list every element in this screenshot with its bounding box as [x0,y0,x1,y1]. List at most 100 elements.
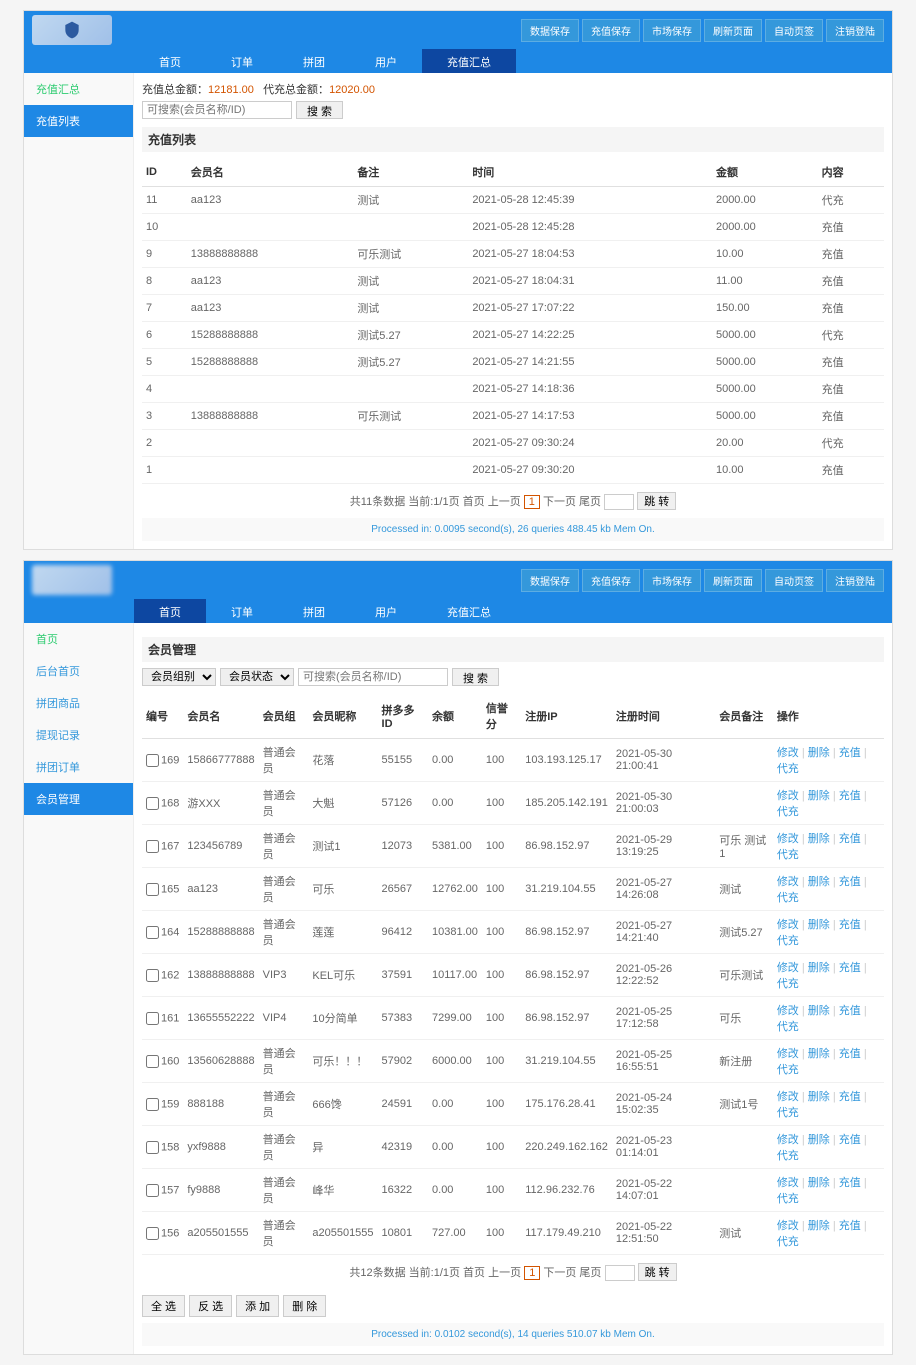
op-link[interactable]: 修改 [777,1220,799,1232]
top-button[interactable]: 市场保存 [643,19,701,42]
op-link[interactable]: 删除 [808,876,830,888]
row-checkbox[interactable] [146,797,159,810]
op-link[interactable]: 充值 [839,790,861,802]
op-link[interactable]: 修改 [777,1091,799,1103]
sidebar-item[interactable]: 充值列表 [24,105,133,137]
page-input[interactable] [605,1265,635,1281]
page-input[interactable] [604,494,634,510]
group-select[interactable]: 会员组别 [142,668,216,686]
op-link[interactable]: 充值 [839,876,861,888]
op-link[interactable]: 代充 [777,978,799,990]
page-go-button[interactable]: 跳 转 [637,492,676,510]
nav-tab[interactable]: 拼团 [278,49,350,73]
op-link[interactable]: 删除 [808,962,830,974]
nav-tab[interactable]: 用户 [350,49,422,73]
op-link[interactable]: 代充 [777,1150,799,1162]
op-link[interactable]: 代充 [777,1107,799,1119]
op-link[interactable]: 删除 [808,790,830,802]
op-link[interactable]: 修改 [777,747,799,759]
op-link[interactable]: 修改 [777,919,799,931]
op-link[interactable]: 修改 [777,876,799,888]
op-link[interactable]: 代充 [777,1064,799,1076]
op-link[interactable]: 代充 [777,892,799,904]
row-checkbox[interactable] [146,969,159,982]
op-link[interactable]: 修改 [777,1005,799,1017]
op-link[interactable]: 修改 [777,1048,799,1060]
op-link[interactable]: 删除 [808,1134,830,1146]
nav-tab[interactable]: 首页 [134,49,206,73]
op-link[interactable]: 代充 [777,935,799,947]
row-checkbox[interactable] [146,883,159,896]
op-link[interactable]: 删除 [808,747,830,759]
op-link[interactable]: 修改 [777,1177,799,1189]
nav-tab[interactable]: 充值汇总 [422,49,516,73]
top-button[interactable]: 注销登陆 [826,19,884,42]
top-button[interactable]: 数据保存 [521,19,579,42]
search-input[interactable] [298,668,448,686]
op-link[interactable]: 充值 [839,1091,861,1103]
op-link[interactable]: 代充 [777,1236,799,1248]
search-button[interactable]: 搜 索 [296,101,343,119]
nav-tab[interactable]: 充值汇总 [422,599,516,623]
top-button[interactable]: 注销登陆 [826,569,884,592]
op-link[interactable]: 代充 [777,806,799,818]
op-link[interactable]: 充值 [839,919,861,931]
op-link[interactable]: 代充 [777,1193,799,1205]
nav-tab[interactable]: 用户 [350,599,422,623]
row-checkbox[interactable] [146,1141,159,1154]
bulk-button[interactable]: 删 除 [283,1295,326,1317]
op-link[interactable]: 删除 [808,1220,830,1232]
row-checkbox[interactable] [146,840,159,853]
bulk-button[interactable]: 添 加 [236,1295,279,1317]
op-link[interactable]: 删除 [808,919,830,931]
op-link[interactable]: 删除 [808,1005,830,1017]
top-button[interactable]: 刷新页面 [704,19,762,42]
row-checkbox[interactable] [146,1227,159,1240]
row-checkbox[interactable] [146,754,159,767]
op-link[interactable]: 修改 [777,1134,799,1146]
sidebar-item[interactable]: 拼团商品 [24,687,133,719]
row-checkbox[interactable] [146,1098,159,1111]
top-button[interactable]: 刷新页面 [704,569,762,592]
op-link[interactable]: 修改 [777,833,799,845]
op-link[interactable]: 代充 [777,849,799,861]
nav-tab[interactable]: 首页 [134,599,206,623]
status-select[interactable]: 会员状态 [220,668,294,686]
sidebar-item[interactable]: 后台首页 [24,655,133,687]
op-link[interactable]: 代充 [777,763,799,775]
op-link[interactable]: 充值 [839,1005,861,1017]
sidebar-item[interactable]: 拼团订单 [24,751,133,783]
op-link[interactable]: 代充 [777,1021,799,1033]
sidebar-item[interactable]: 首页 [24,623,133,655]
top-button[interactable]: 市场保存 [643,569,701,592]
op-link[interactable]: 充值 [839,747,861,759]
op-link[interactable]: 充值 [839,1220,861,1232]
op-link[interactable]: 修改 [777,790,799,802]
nav-tab[interactable]: 拼团 [278,599,350,623]
nav-tab[interactable]: 订单 [206,49,278,73]
bulk-button[interactable]: 反 选 [189,1295,232,1317]
op-link[interactable]: 删除 [808,1091,830,1103]
search-input[interactable] [142,101,292,119]
top-button[interactable]: 数据保存 [521,569,579,592]
op-link[interactable]: 充值 [839,1177,861,1189]
op-link[interactable]: 删除 [808,833,830,845]
top-button[interactable]: 自动页签 [765,19,823,42]
search-button[interactable]: 搜 索 [452,668,499,686]
nav-tab[interactable]: 订单 [206,599,278,623]
top-button[interactable]: 充值保存 [582,19,640,42]
op-link[interactable]: 删除 [808,1177,830,1189]
top-button[interactable]: 充值保存 [582,569,640,592]
row-checkbox[interactable] [146,1184,159,1197]
row-checkbox[interactable] [146,1012,159,1025]
sidebar-item[interactable]: 会员管理 [24,783,133,815]
sidebar-item[interactable]: 充值汇总 [24,73,133,105]
op-link[interactable]: 修改 [777,962,799,974]
op-link[interactable]: 充值 [839,962,861,974]
op-link[interactable]: 充值 [839,1048,861,1060]
bulk-button[interactable]: 全 选 [142,1295,185,1317]
row-checkbox[interactable] [146,1055,159,1068]
op-link[interactable]: 充值 [839,833,861,845]
sidebar-item[interactable]: 提现记录 [24,719,133,751]
top-button[interactable]: 自动页签 [765,569,823,592]
